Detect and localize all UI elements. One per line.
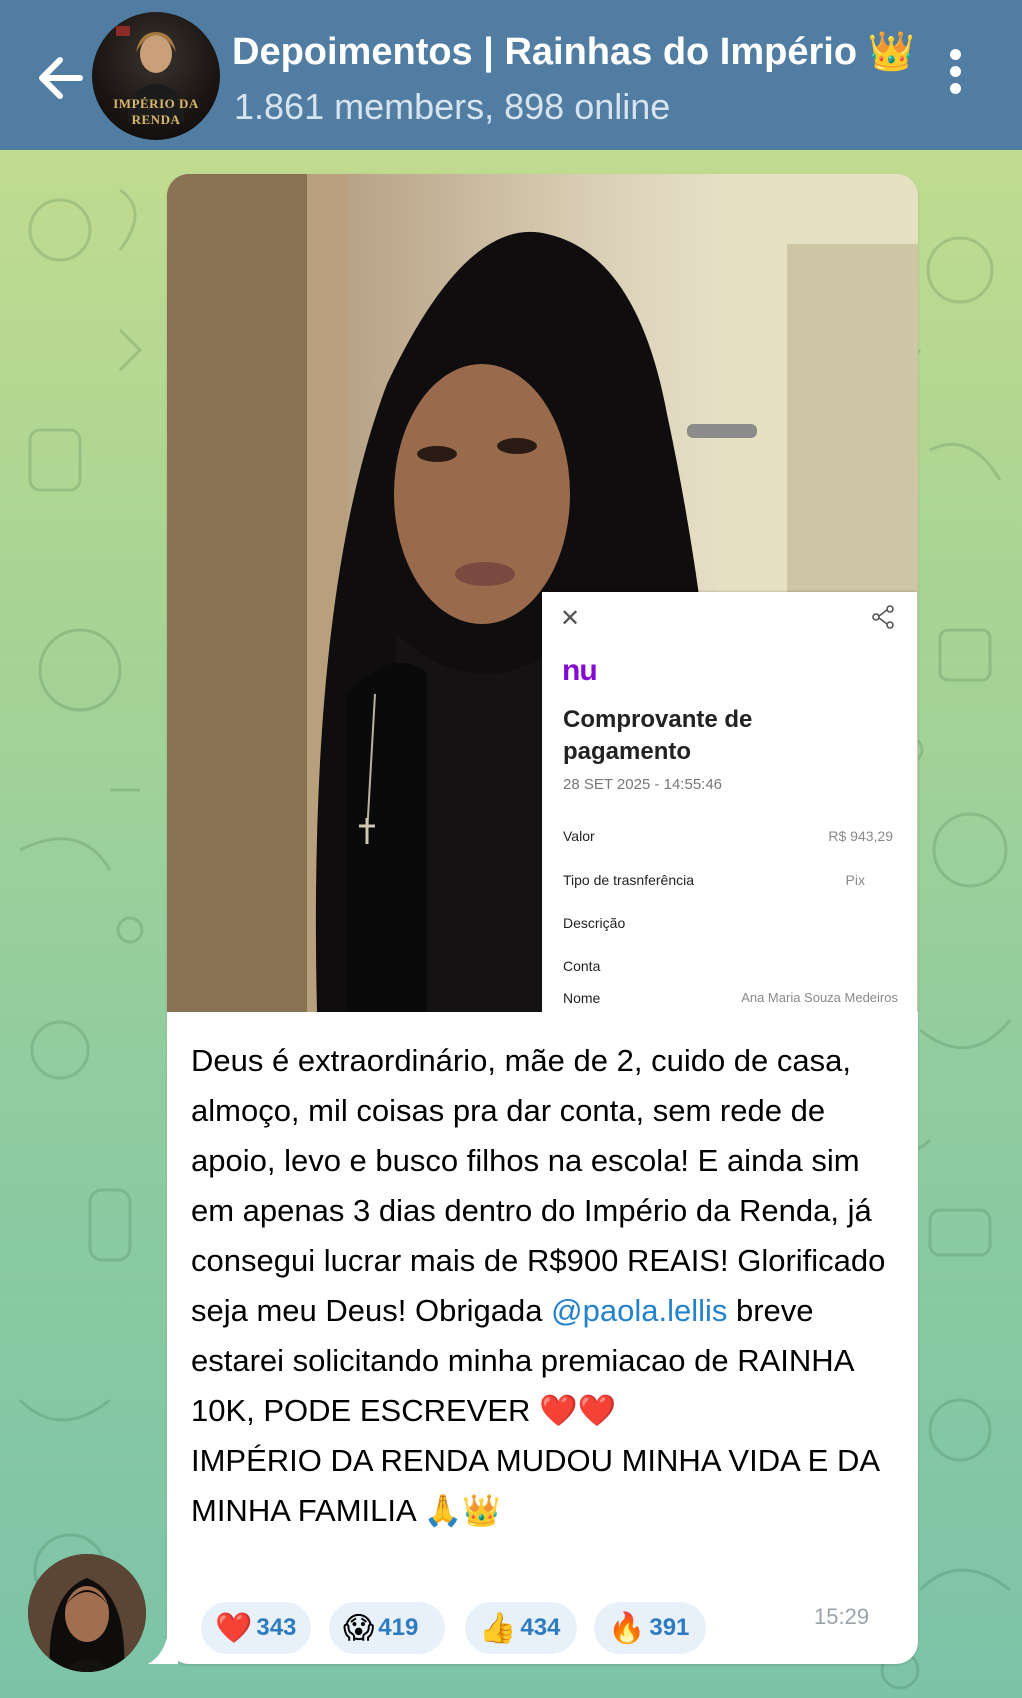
reaction-heart[interactable]: ❤️ 343	[201, 1602, 311, 1654]
sender-avatar[interactable]	[28, 1554, 146, 1672]
thumbs-up-icon: 👍	[479, 1611, 517, 1645]
channel-member-count: 1.861 members, 898 online	[234, 86, 671, 127]
receipt-row: Tipo de trasnferência Pix	[563, 872, 865, 888]
fire-icon: 🔥	[608, 1611, 646, 1645]
receipt-date: 28 SET 2025 - 14:55:46	[563, 776, 723, 793]
message-bubble[interactable]: ✕ nu Comprovante de pagamento 28 SET 202…	[167, 174, 918, 1664]
message-photo[interactable]: ✕ nu Comprovante de pagamento 28 SET 202…	[167, 174, 918, 1012]
reaction-scream[interactable]: 😱 419	[329, 1602, 445, 1654]
reaction-fire[interactable]: 🔥 391	[594, 1602, 706, 1654]
chat-header: IMPÉRIO DA RENDA Depoimentos | Rainhas d…	[0, 0, 1022, 150]
message-text: Deus é extraordinário, mãe de 2, cuido d…	[191, 1043, 886, 1528]
heart-icon: ❤️	[215, 1611, 253, 1645]
close-icon: ✕	[560, 605, 581, 632]
receipt-row: Descrição	[563, 915, 626, 931]
kebab-menu-icon[interactable]	[940, 44, 970, 104]
reaction-thumbs-up[interactable]: 👍 434	[465, 1602, 577, 1654]
back-arrow-icon[interactable]	[34, 48, 94, 108]
channel-avatar[interactable]: IMPÉRIO DA RENDA	[92, 12, 220, 140]
sender-portrait-icon	[28, 1554, 146, 1672]
scream-face-icon: 😱	[343, 1611, 375, 1645]
share-icon	[872, 605, 894, 629]
user-mention-link[interactable]: @paola.lellis	[551, 1293, 727, 1328]
message-time: 15:29	[814, 1604, 870, 1629]
channel-title[interactable]: Depoimentos | Rainhas do Império 👑	[232, 30, 915, 74]
receipt-row: Nome Ana Maria Souza Medeiros	[563, 990, 898, 1006]
nubank-logo: nu	[562, 654, 598, 687]
receipt-row: Valor R$ 943,29	[563, 828, 893, 844]
payment-receipt: ✕ nu Comprovante de pagamento 28 SET 202…	[542, 592, 917, 1012]
bubble-tail	[148, 1612, 178, 1664]
avatar-logo-text: IMPÉRIO DA RENDA	[113, 96, 199, 127]
receipt-title: Comprovante de pagamento	[563, 706, 753, 765]
receipt-row: Conta	[563, 958, 601, 974]
